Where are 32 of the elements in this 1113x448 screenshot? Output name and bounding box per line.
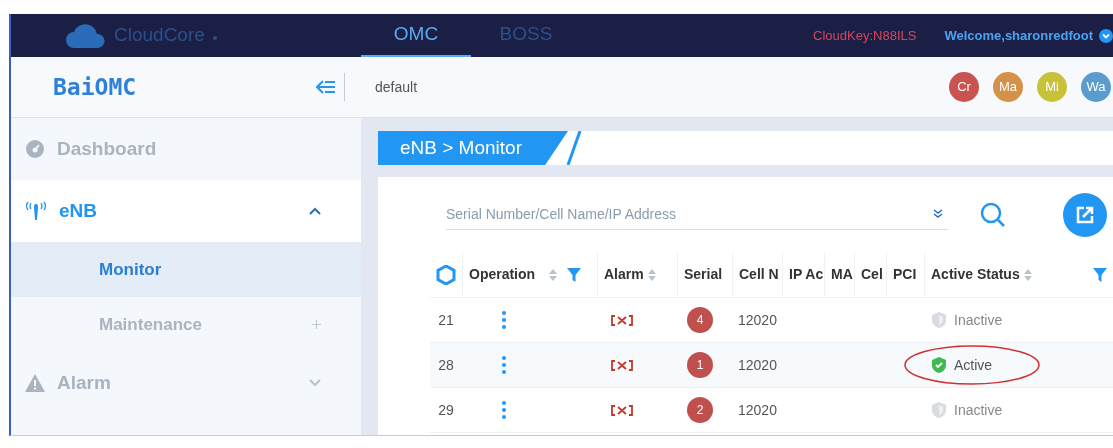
project-name: default: [375, 77, 418, 97]
alarm-count: 1: [687, 352, 713, 378]
column-header[interactable]: Alarm: [604, 264, 644, 285]
serial-cell-text: 12020: [737, 355, 778, 375]
column-header[interactable]: Cell N: [739, 264, 779, 285]
column-header[interactable]: Active Status: [931, 264, 1020, 285]
alarm-count: 2: [687, 397, 713, 423]
user-avatar[interactable]: Cr: [949, 72, 979, 102]
row-index: 29: [437, 400, 455, 420]
sidebar-subitem[interactable]: Monitor: [11, 242, 361, 297]
status-text: Inactive: [954, 400, 1003, 420]
brand-name: CloudCore: [114, 23, 205, 48]
alarm-count: 4: [687, 307, 713, 333]
cloud-key: CloudKey:N88ILS: [813, 25, 917, 46]
status-text: Active: [954, 355, 993, 375]
status-text: Inactive: [954, 310, 1003, 330]
column-header[interactable]: PCI: [893, 264, 917, 285]
row-index: 21: [437, 310, 455, 330]
table-row[interactable]: 28 1 12020 Active: [430, 343, 1113, 388]
column-header[interactable]: Cel: [861, 264, 883, 285]
table-row[interactable]: 29 2 12020 Inactive: [430, 388, 1113, 433]
column-header[interactable]: IP Ac: [789, 264, 824, 285]
serial-cell-text: 12020: [737, 310, 778, 330]
app-logo: BaiOMC: [53, 72, 137, 102]
column-header[interactable]: MA: [831, 264, 853, 285]
serial-cell-text: 12020: [737, 400, 778, 420]
welcome-user: Welcome,sharonredfoot: [944, 26, 1093, 45]
search-field[interactable]: Serial Number/Cell Name/IP Address: [446, 200, 933, 228]
column-header[interactable]: Operation: [469, 264, 536, 285]
breadcrumb: eNB > Monitor: [400, 135, 522, 160]
row-index: 28: [437, 355, 455, 375]
column-header[interactable]: Serial: [684, 264, 723, 285]
